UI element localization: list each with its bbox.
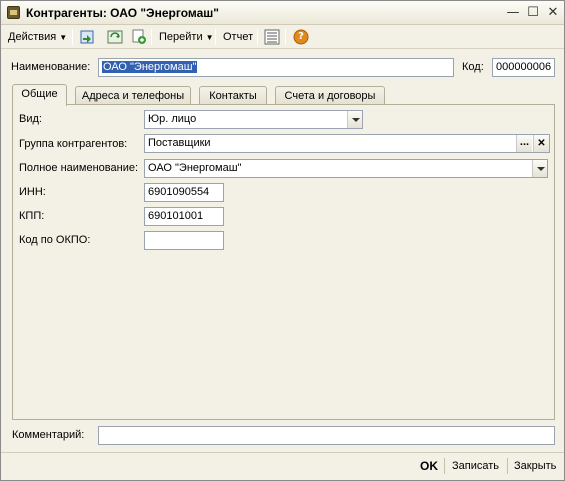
group-label: Группа контрагентов:	[19, 138, 128, 150]
report-button[interactable]: Отчет	[221, 28, 255, 46]
toolbar-separator	[72, 29, 73, 45]
fullname-value: ОАО "Энергомаш"	[148, 162, 242, 174]
group-value: Поставщики	[148, 137, 211, 149]
close-window-button[interactable]: ✕	[545, 5, 561, 21]
goto-menu-label: Перейти	[159, 31, 203, 43]
code-label: Код:	[462, 61, 484, 73]
inn-label: ИНН:	[19, 186, 46, 198]
minimize-button[interactable]: —	[505, 5, 521, 21]
close-button[interactable]: Закрыть	[514, 458, 556, 474]
fullname-label: Полное наименование:	[19, 162, 139, 174]
kpp-input[interactable]: 690101001	[144, 207, 224, 226]
comment-label: Комментарий:	[12, 429, 85, 441]
chevron-down-icon: ▼	[205, 33, 214, 42]
footer-separator	[507, 458, 508, 474]
chevron-down-icon[interactable]	[532, 160, 547, 177]
toolbar-separator	[215, 29, 216, 45]
tab-contacts[interactable]: Контакты	[199, 86, 267, 105]
clear-button[interactable]: ✕	[533, 135, 549, 152]
toolbar-separator	[151, 29, 152, 45]
name-input[interactable]: ОАО "Энергомаш"	[98, 58, 454, 77]
inn-input[interactable]: 6901090554	[144, 183, 224, 202]
fullname-select[interactable]: ОАО "Энергомаш"	[144, 159, 548, 178]
name-label: Наименование:	[11, 61, 91, 73]
footer-separator	[444, 458, 445, 474]
chevron-down-icon: ▼	[59, 33, 68, 42]
kind-select[interactable]: Юр. лицо	[144, 110, 363, 129]
clear-icon: ✕	[537, 138, 546, 149]
group-input[interactable]: Поставщики ... ✕	[144, 134, 550, 153]
tab-accounts-contracts[interactable]: Счета и договоры	[275, 86, 385, 105]
toolbar-separator	[285, 29, 286, 45]
ok-button[interactable]: OK	[420, 458, 438, 474]
structure-list-icon[interactable]	[264, 29, 280, 45]
okpo-label: Код по ОКПО:	[19, 234, 91, 246]
help-glyph: ?	[298, 31, 304, 42]
kpp-label: КПП:	[19, 210, 45, 222]
copy-document-icon[interactable]	[131, 29, 147, 45]
toolbar: Действия ▼ Перейти ▼ Отчет ?	[1, 25, 564, 49]
toolbar-separator	[257, 29, 258, 45]
catalog-icon	[7, 6, 20, 19]
actions-menu[interactable]: Действия ▼	[6, 28, 69, 46]
goto-menu[interactable]: Перейти ▼	[157, 28, 216, 46]
help-icon[interactable]: ?	[293, 29, 309, 45]
kind-label: Вид:	[19, 113, 42, 125]
kind-value: Юр. лицо	[148, 113, 197, 125]
save-and-close-icon[interactable]	[79, 29, 95, 45]
okpo-input[interactable]	[144, 231, 224, 250]
window-title: Контрагенты: ОАО "Энергомаш"	[26, 6, 219, 20]
counterparty-form-window: Контрагенты: ОАО "Энергомаш" — ☐ ✕ Дейст…	[0, 0, 565, 481]
title-bar: Контрагенты: ОАО "Энергомаш" — ☐ ✕	[1, 1, 564, 25]
comment-input[interactable]	[98, 426, 555, 445]
footer-divider	[1, 452, 564, 453]
refresh-icon[interactable]	[107, 29, 123, 45]
name-value: ОАО "Энергомаш"	[102, 61, 198, 73]
maximize-button[interactable]: ☐	[525, 5, 541, 21]
choose-button[interactable]: ...	[516, 135, 532, 152]
actions-menu-label: Действия	[8, 31, 57, 43]
tab-addresses-phones[interactable]: Адреса и телефоны	[75, 86, 191, 105]
save-button[interactable]: Записать	[452, 458, 499, 474]
code-input[interactable]: 000000006	[492, 58, 555, 77]
tab-general[interactable]: Общие	[12, 84, 67, 106]
ellipsis-icon: ...	[519, 136, 530, 148]
chevron-down-icon[interactable]	[347, 111, 362, 128]
